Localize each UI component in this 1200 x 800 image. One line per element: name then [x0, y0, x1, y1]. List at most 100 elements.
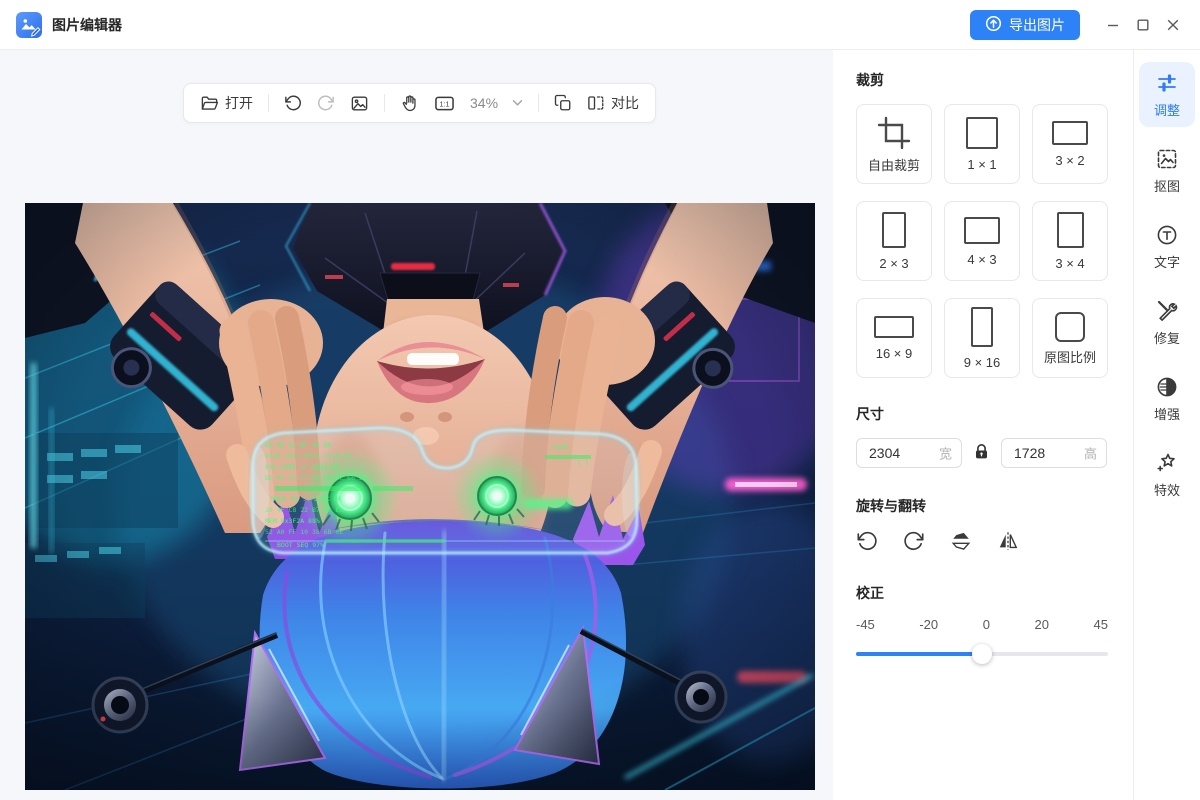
crop-option-9×16[interactable]: 9 × 16: [944, 298, 1020, 378]
crop-option-1×1[interactable]: 1 × 1: [944, 104, 1020, 184]
sidebar-item-修复[interactable]: 修复: [1139, 290, 1195, 355]
correction-section: 校正 -45 -20 0 20 45: [856, 583, 1108, 664]
height-unit-label: 高: [1084, 444, 1097, 463]
crop-ratio-grid: 自由裁剪 1 × 1 3 × 2 2 × 3 4 × 3 3 × 4 16 × 9 9 × 1…: [856, 104, 1108, 378]
sidebar-item-抠图[interactable]: 抠图: [1139, 138, 1195, 203]
sidebar-item-label: 增强: [1154, 404, 1180, 423]
copy-icon: [554, 94, 572, 112]
correction-tick-labels: -45 -20 0 20 45: [856, 617, 1108, 632]
crop-option-4×3[interactable]: 4 × 3: [944, 201, 1020, 281]
correction-slider[interactable]: [856, 644, 1108, 664]
crop-section-title: 裁剪: [856, 70, 1108, 90]
undo-button[interactable]: [284, 94, 302, 112]
crop-option-label: 2 × 3: [879, 257, 908, 270]
zoom-level-value: 34%: [470, 95, 498, 111]
folder-open-icon: [200, 94, 219, 113]
width-field-wrap: 宽: [856, 438, 962, 468]
open-file-label: 打开: [225, 93, 253, 113]
rotate-left-icon: [856, 530, 878, 555]
compare-label: 对比: [611, 93, 639, 113]
hand-icon: [400, 94, 419, 113]
crop-option-原图比例[interactable]: 原图比例: [1032, 298, 1108, 378]
size-row: 宽 高: [856, 438, 1108, 468]
crop-ratio-shape: [1055, 312, 1085, 342]
crop-ratio-shape: [1057, 212, 1084, 248]
one-to-one-icon: 1:1: [434, 94, 455, 113]
main-layout: 打开: [0, 50, 1200, 800]
sidebar-item-label: 修复: [1154, 328, 1180, 347]
repair-tools-icon: [1155, 299, 1179, 323]
flip-vertical-icon: [950, 530, 972, 555]
sidebar-item-label: 抠图: [1154, 176, 1180, 195]
sidebar-item-特效[interactable]: 特效: [1139, 442, 1195, 507]
rotate-right-button[interactable]: [903, 530, 925, 555]
crop-ratio-shape: [971, 307, 993, 347]
crop-option-label: 16 × 9: [876, 347, 913, 360]
width-unit-label: 宽: [939, 444, 952, 463]
tick-label: 20: [1034, 617, 1048, 632]
aspect-lock-button[interactable]: [972, 442, 991, 464]
tick-label: -20: [919, 617, 938, 632]
flip-horizontal-icon: [997, 530, 1019, 555]
tool-sidebar: 调整抠图文字修复增强特效: [1133, 50, 1200, 800]
tick-label: -45: [856, 617, 875, 632]
crop-option-2×3[interactable]: 2 × 3: [856, 201, 932, 281]
slider-thumb[interactable]: [972, 644, 992, 664]
crop-option-label: 原图比例: [1044, 351, 1096, 364]
crop-option-3×2[interactable]: 3 × 2: [1032, 104, 1108, 184]
image-thumbnail-button[interactable]: [350, 94, 369, 113]
redo-button[interactable]: [317, 94, 335, 112]
cutout-image-icon: [1155, 147, 1179, 171]
rotate-right-icon: [903, 530, 925, 555]
sidebar-item-增强[interactable]: 增强: [1139, 366, 1195, 431]
flip-vertical-button[interactable]: [950, 530, 972, 555]
canvas-toolbar: 打开: [183, 83, 656, 123]
compare-split-icon: [587, 94, 605, 112]
chevron-down-icon: [512, 99, 523, 107]
export-button-label: 导出图片: [1009, 15, 1065, 35]
rotate-section-title: 旋转与翻转: [856, 496, 1108, 516]
crop-ratio-shape: [966, 117, 998, 149]
sidebar-item-调整[interactable]: 调整: [1139, 62, 1195, 127]
lock-icon: [972, 442, 991, 464]
crop-option-label: 3 × 4: [1055, 257, 1084, 270]
one-to-one-label: 1:1: [440, 100, 450, 108]
export-image-button[interactable]: 导出图片: [970, 10, 1080, 40]
image-icon: [350, 94, 369, 113]
crop-option-label: 3 × 2: [1055, 154, 1084, 167]
flip-horizontal-button[interactable]: [997, 530, 1019, 555]
editor-canvas-image[interactable]: 0F A2 91 BC 44 D0 0110 1011 0010 1110 01…: [25, 203, 815, 790]
height-field-wrap: 高: [1001, 438, 1107, 468]
crop-option-16×9[interactable]: 16 × 9: [856, 298, 932, 378]
window-maximize-button[interactable]: [1128, 10, 1158, 40]
compare-button[interactable]: 对比: [587, 93, 639, 113]
crop-option-3×4[interactable]: 3 × 4: [1032, 201, 1108, 281]
canvas-area: 打开: [0, 50, 833, 800]
duplicate-button[interactable]: [554, 94, 572, 112]
zoom-level-dropdown[interactable]: 34%: [470, 95, 523, 111]
rotate-row: [856, 530, 1108, 555]
rotate-left-button[interactable]: [856, 530, 878, 555]
adjust-panel: 裁剪 自由裁剪 1 × 1 3 × 2 2 × 3 4 × 3 3 × 4 16 × 9 9 …: [833, 50, 1133, 800]
crop-ratio-shape: [1052, 121, 1088, 145]
sidebar-item-label: 特效: [1154, 480, 1180, 499]
window-close-button[interactable]: [1158, 10, 1188, 40]
window-minimize-button[interactable]: [1098, 10, 1128, 40]
sidebar-item-文字[interactable]: 文字: [1139, 214, 1195, 279]
pan-hand-button[interactable]: [400, 94, 419, 113]
crop-option-label: 4 × 3: [967, 253, 996, 266]
adjust-sliders-icon: [1155, 71, 1179, 95]
crop-ratio-shape: [964, 217, 1000, 244]
zoom-actual-size-button[interactable]: 1:1: [434, 94, 455, 113]
open-file-button[interactable]: 打开: [200, 93, 253, 113]
size-section: 尺寸 宽 高: [856, 404, 1108, 468]
crop-option-label: 自由裁剪: [868, 159, 920, 172]
size-section-title: 尺寸: [856, 404, 1108, 424]
crop-option-label: 1 × 1: [967, 158, 996, 171]
rotate-flip-section: 旋转与翻转: [856, 496, 1108, 555]
sidebar-item-label: 调整: [1154, 100, 1180, 119]
crop-option-free[interactable]: 自由裁剪: [856, 104, 932, 184]
titlebar: 图片编辑器 导出图片: [0, 0, 1200, 50]
crop-ratio-shape: [882, 212, 906, 248]
free-crop-icon: [877, 116, 911, 150]
